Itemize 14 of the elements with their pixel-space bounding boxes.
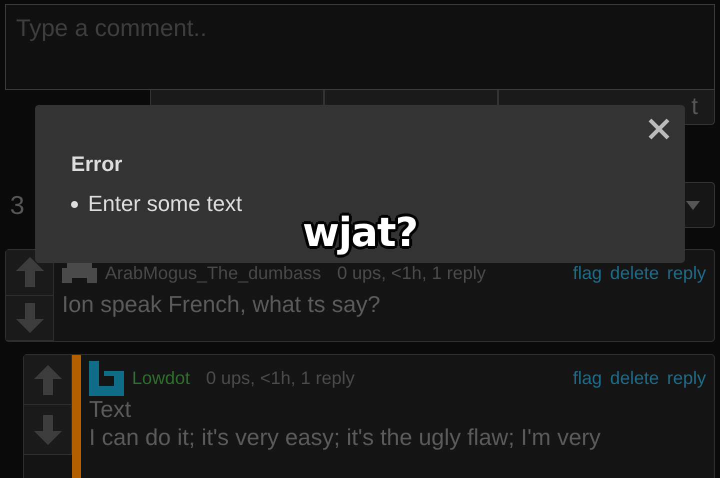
- comment-action-link[interactable]: delete: [610, 368, 659, 388]
- error-message: Enter some text: [88, 191, 242, 217]
- comment-text: Ion speak French, what ts say?: [62, 290, 382, 318]
- comment-action-link[interactable]: reply: [666, 262, 706, 284]
- comment-author[interactable]: Lowdot: [132, 368, 190, 388]
- dialog-title: Error: [71, 153, 124, 177]
- comment-action-link[interactable]: flag: [572, 368, 602, 388]
- comment-text: I can do it; it's very easy; it's the ugly flaw; I'm very: [89, 423, 602, 451]
- comment-text: Text: [89, 395, 132, 423]
- meme-caption: wjat?: [302, 210, 418, 256]
- comment-count: 3: [9, 190, 24, 220]
- comment-action-link[interactable]: delete: [610, 262, 659, 284]
- comment-action-link[interactable]: reply: [666, 368, 706, 388]
- comment-action-link[interactable]: flag: [572, 262, 602, 284]
